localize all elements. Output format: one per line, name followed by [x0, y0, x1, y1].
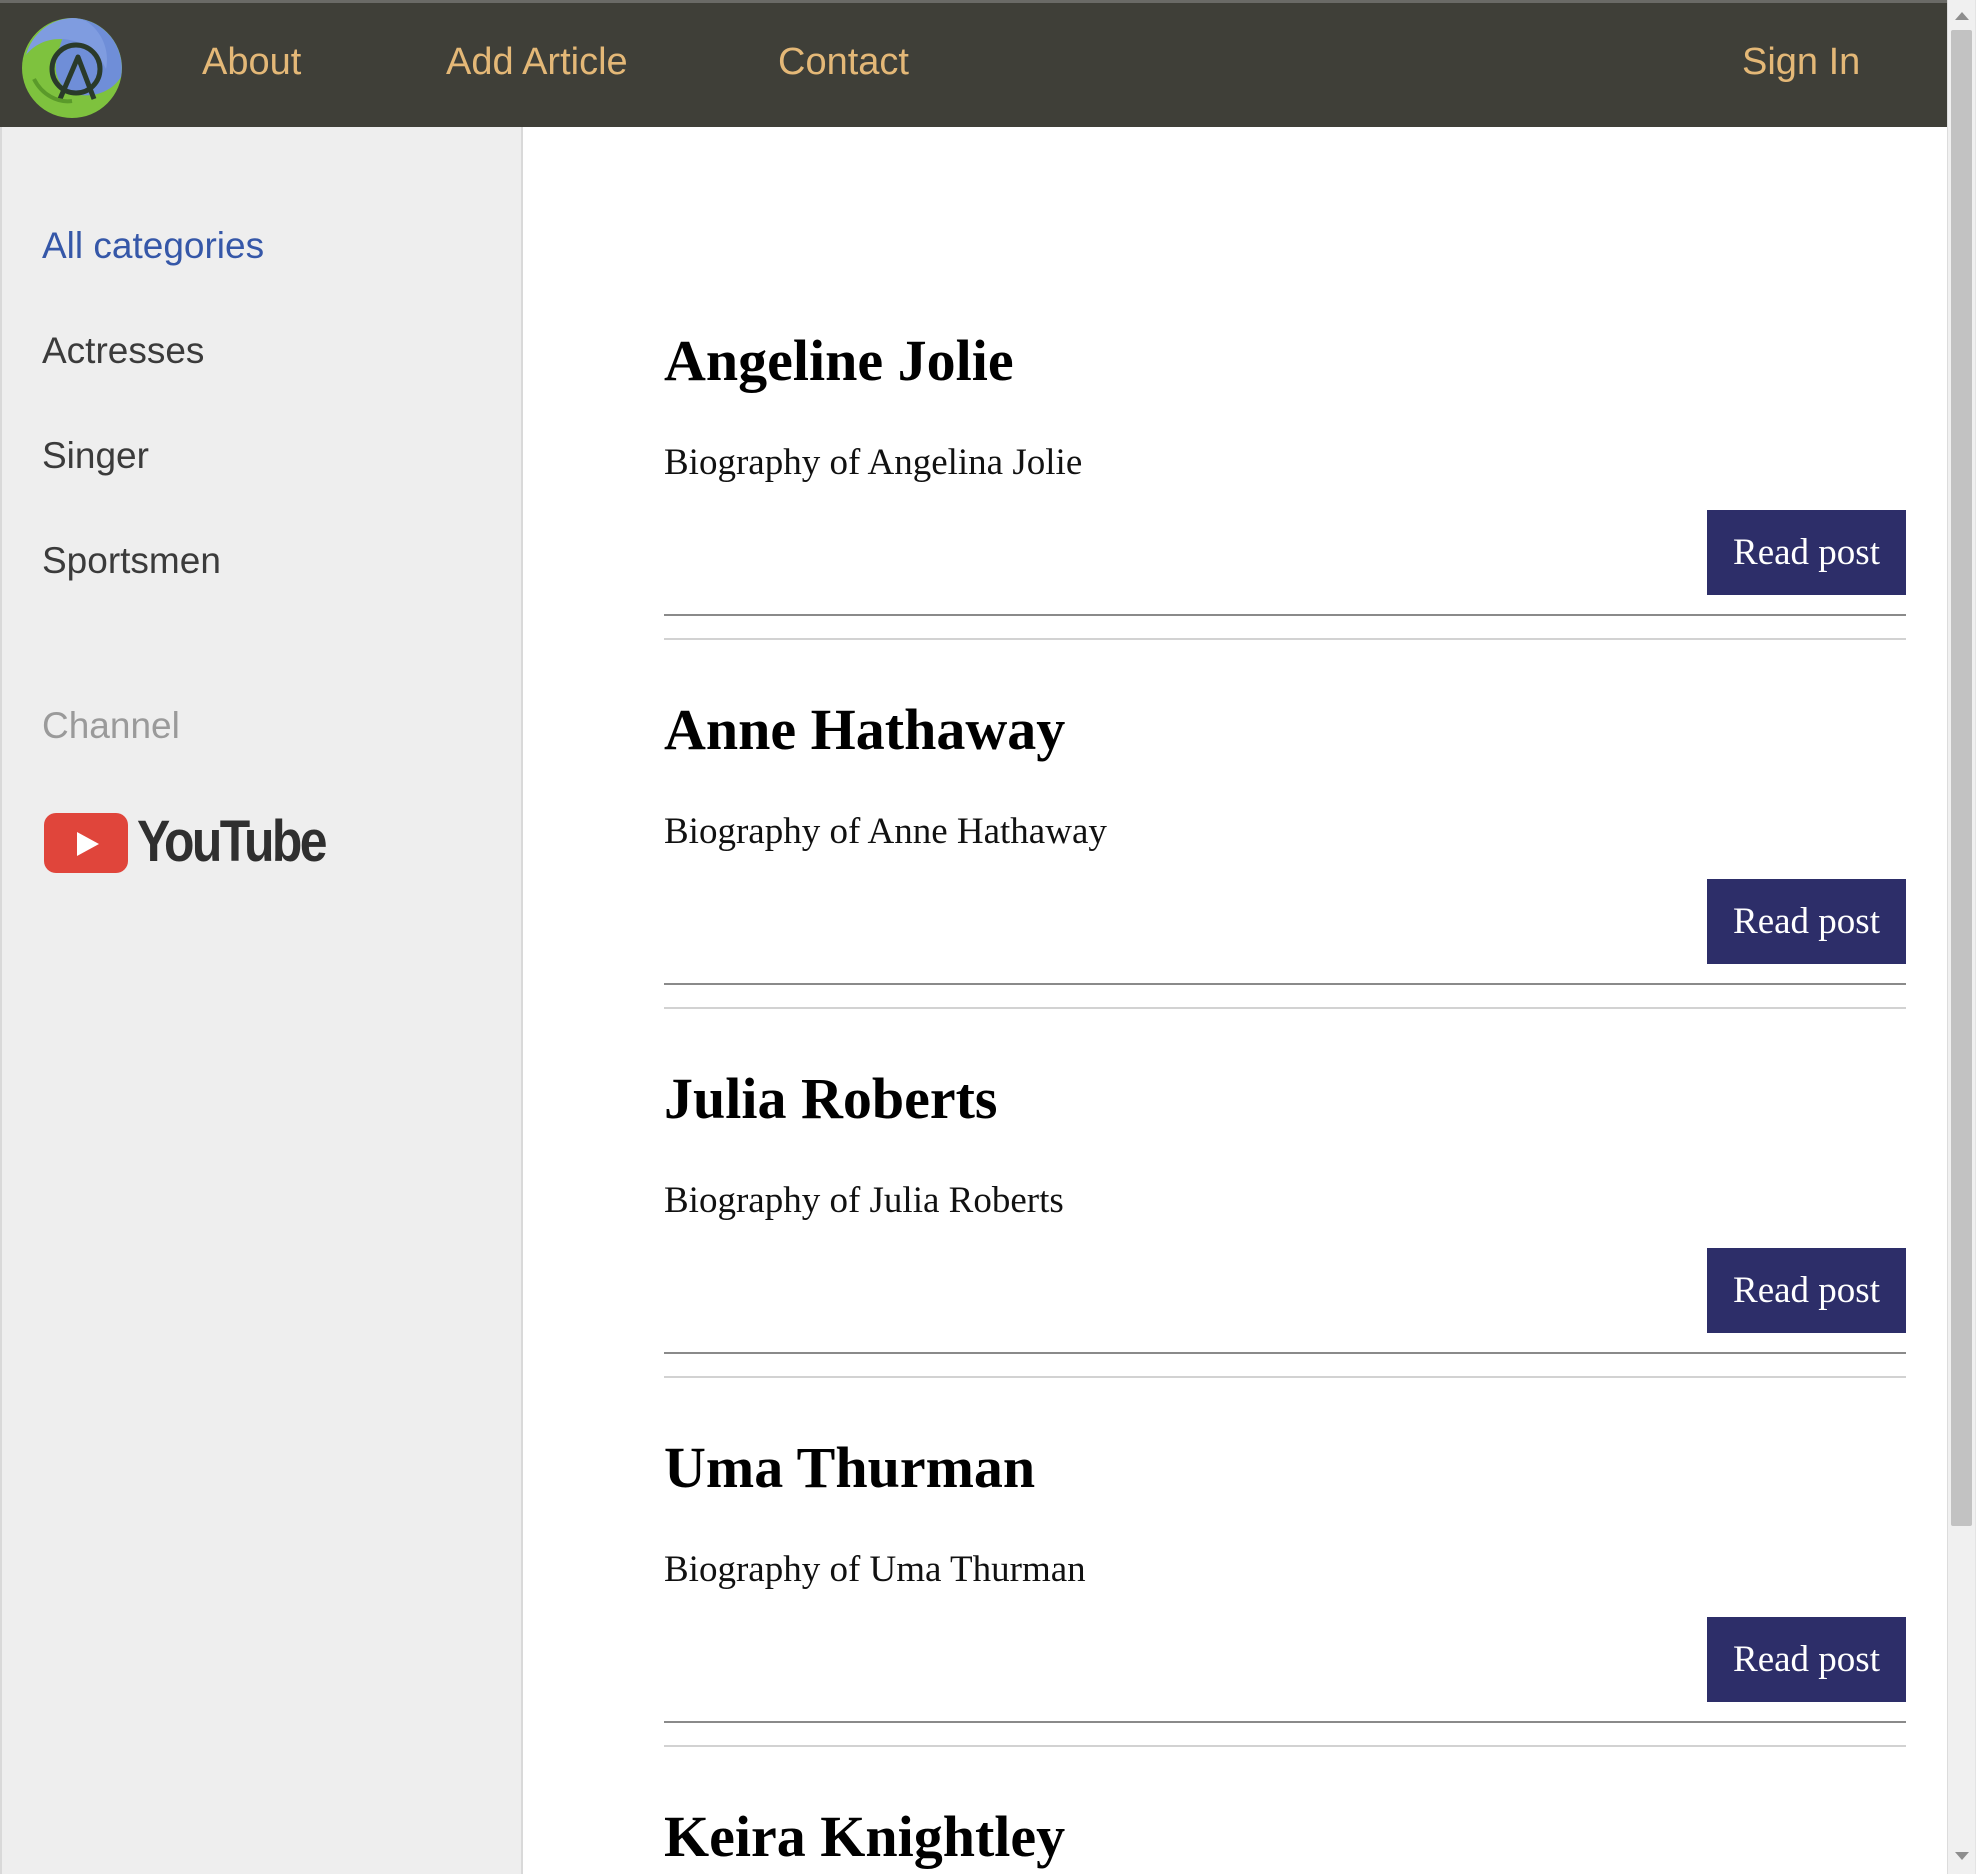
article-title[interactable]: Anne Hathaway [664, 696, 1065, 763]
read-post-button[interactable]: Read post [1707, 1617, 1906, 1702]
scrollbar-thumb[interactable] [1951, 30, 1972, 1526]
article-divider [664, 1721, 1906, 1747]
youtube-play-button-icon [44, 813, 128, 873]
window-edge [1975, 0, 1982, 1874]
article-description: Biography of Julia Roberts [664, 1180, 1064, 1221]
category-singer-link[interactable]: Singer [42, 435, 149, 477]
article-description: Biography of Angelina Jolie [664, 442, 1083, 483]
read-post-button[interactable]: Read post [1707, 510, 1906, 595]
article-divider [664, 614, 1906, 640]
read-post-button[interactable]: Read post [1707, 879, 1906, 964]
youtube-wordmark: YouTube [137, 809, 327, 874]
youtube-logo-icon[interactable]: YouTube [44, 809, 327, 875]
nav-contact-link[interactable]: Contact [778, 41, 909, 84]
article-title[interactable]: Uma Thurman [664, 1434, 1035, 1501]
scroll-down-arrow-icon[interactable] [1955, 1852, 1969, 1860]
article-divider [664, 983, 1906, 1009]
read-post-button[interactable]: Read post [1707, 1248, 1906, 1333]
category-actresses-link[interactable]: Actresses [42, 330, 204, 372]
app-logo-icon[interactable] [20, 17, 124, 119]
article-title[interactable]: Angeline Jolie [664, 327, 1014, 394]
article-description: Biography of Anne Hathaway [664, 811, 1107, 852]
article-title[interactable]: Keira Knightley [664, 1803, 1065, 1870]
sidebar: All categories Actresses Singer Sportsme… [0, 127, 523, 1874]
category-sportsmen-link[interactable]: Sportsmen [42, 540, 221, 582]
article-title[interactable]: Julia Roberts [664, 1065, 998, 1132]
nav-about-link[interactable]: About [202, 41, 301, 84]
scroll-up-arrow-icon[interactable] [1955, 12, 1969, 20]
article-description: Biography of Uma Thurman [664, 1549, 1086, 1590]
article-divider [664, 1352, 1906, 1378]
page-scrollbar[interactable] [1947, 0, 1975, 1874]
nav-add-article-link[interactable]: Add Article [446, 41, 628, 84]
category-all-link[interactable]: All categories [42, 225, 264, 267]
top-nav-bar: About Add Article Contact Sign In [0, 0, 1947, 127]
channel-heading: Channel [42, 705, 180, 746]
sign-in-link[interactable]: Sign In [1742, 41, 1860, 84]
play-triangle-icon [77, 832, 99, 856]
